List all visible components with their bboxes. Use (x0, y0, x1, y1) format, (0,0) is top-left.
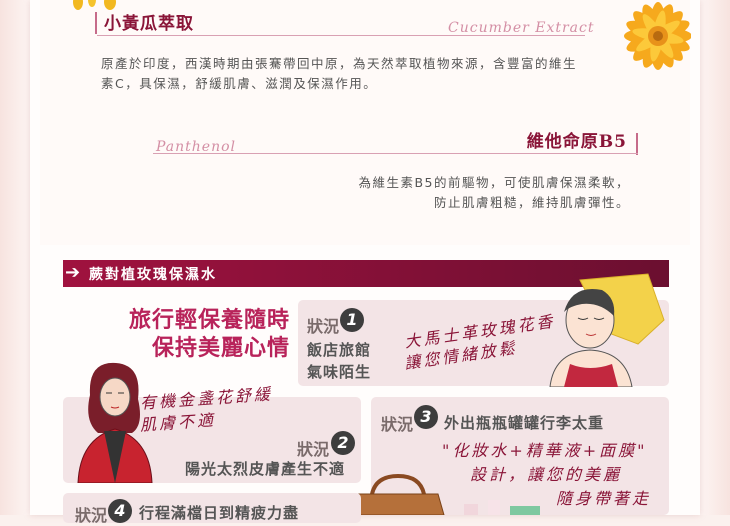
case-label: 狀況 (75, 506, 108, 525)
woman-in-red-illustration (77, 362, 153, 483)
title-accent-bar (636, 133, 638, 155)
headline-line2: 保持美麗心情 (151, 335, 290, 361)
arrow-right-icon: ➔ (65, 262, 81, 283)
case-2-text: 陽光太烈皮膚產生不適 (185, 460, 346, 478)
case-label: 狀況 (381, 415, 414, 434)
case-number-badge: 1 (340, 308, 364, 332)
cucumber-description: 原產於印度，西漢時期由張騫帶回中原，為天然萃取植物來源，含豐富的維生素C，具保濕… (101, 56, 578, 91)
cucumber-script-name: Cucumber Extract (448, 20, 595, 36)
case-3-handwriting-line2: 設計，讓您的美麗 (470, 465, 623, 484)
case-number-badge: 2 (331, 431, 355, 455)
panthenol-description-line: 防止肌膚粗糙，維持肌膚彈性。 (433, 195, 630, 210)
product-bottles-icon (464, 500, 540, 515)
section-title: 蕨對植玫瑰保濕水 (89, 267, 217, 283)
case-4-text: 行程滿檔日到精疲力盡 (139, 504, 300, 522)
panthenol-title: 維他命原B5 (526, 132, 627, 152)
title-accent-bar (95, 12, 97, 34)
title-underline (153, 153, 638, 154)
case-3-handwriting-line3: 隨身帶著走 (556, 489, 652, 508)
case-label: 狀況 (297, 440, 330, 459)
gerbera-flower-icon (624, 2, 691, 70)
case-1-line1: 飯店旅館 (307, 341, 372, 359)
case-label: 狀況 (307, 317, 340, 336)
case-1-line2: 氣味陌生 (307, 363, 372, 381)
case-number-badge: 4 (108, 499, 132, 523)
sleeping-woman-illustration (549, 273, 665, 387)
title-underline (97, 35, 585, 36)
case-3-handwriting-line1: "化妝水+精華液+面膜" (442, 441, 648, 460)
panthenol-description: 為維生素B5的前驅物，可使肌膚保濕柔軟， 防止肌膚粗糙，維持肌膚彈性。 (230, 173, 630, 213)
case-3-text: 外出瓶瓶罐罐行李太重 (444, 414, 605, 432)
cucumber-title: 小黃瓜萃取 (104, 14, 194, 34)
case-number-badge: 3 (414, 405, 438, 429)
panthenol-description-line: 為維生素B5的前驅物，可使肌膚保濕柔軟， (358, 175, 630, 190)
